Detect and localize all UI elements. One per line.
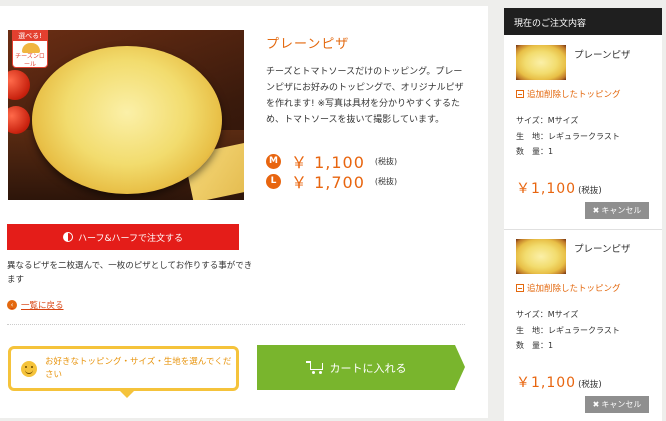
topping-link-label: 追加削除したトッピング	[527, 90, 621, 100]
order-item-crust: 生 地：レギュラークラスト	[516, 325, 620, 335]
order-item-thumbnail	[516, 45, 566, 80]
half-and-half-button[interactable]: ハーフ&ハーフで注文する	[7, 224, 239, 250]
add-to-cart-button[interactable]: カートに入れる	[257, 345, 465, 390]
topping-link-label: 追加削除したトッピング	[527, 284, 621, 294]
order-item-price: ￥1,100 (税抜)	[516, 372, 602, 392]
order-item-name: プレーンピザ	[574, 50, 631, 61]
half-button-label: ハーフ&ハーフで注文する	[78, 233, 183, 244]
half-note: 異なるピザを二枚選んで、一枚のピザとしてお作りする事ができます	[7, 261, 253, 285]
cancel-label: キャンセル	[601, 400, 642, 409]
crust-badge: 選べる! チーズンロール	[12, 30, 48, 68]
back-link-label: 一覧に戻る	[21, 301, 64, 311]
order-item-tax: (税抜)	[578, 380, 602, 390]
tax-label: (税抜)	[374, 176, 398, 186]
hint-text: お好きなトッピング・サイズ・生地を選んでください	[45, 356, 232, 380]
badge-top-text: 選べる!	[13, 31, 47, 41]
order-item-qty: 数 量：1	[516, 147, 554, 156]
minus-square-icon	[516, 284, 524, 292]
item-separator	[504, 229, 662, 230]
half-pizza-icon	[63, 232, 74, 242]
divider	[7, 324, 465, 325]
product-panel: 選べる! チーズンロール プレーンピザ チーズとトマトソースだけのトッピング。プ…	[0, 6, 488, 418]
hint-bubble: お好きなトッピング・サイズ・生地を選んでください	[8, 346, 239, 398]
cancel-button[interactable]: ✖ キャンセル	[585, 202, 649, 219]
cancel-button[interactable]: ✖ キャンセル	[585, 396, 649, 413]
price-value: ￥ 1,700	[291, 173, 365, 192]
minus-square-icon	[516, 90, 524, 98]
price-row-l: L ￥ 1,700 (税抜)	[266, 169, 397, 193]
product-title: プレーンピザ	[266, 37, 350, 52]
crust-icon	[22, 43, 40, 53]
topping-link[interactable]: 追加削除したトッピング	[516, 282, 621, 294]
badge-bottom-text: チーズンロール	[15, 53, 45, 68]
pizza-photo: 選べる! チーズンロール	[8, 30, 244, 200]
close-icon: ✖	[592, 206, 600, 215]
cart-button-label: カートに入れる	[329, 361, 407, 375]
sidebar-title: 現在のご注文内容	[504, 8, 662, 35]
smiley-icon	[21, 360, 37, 377]
cart-icon	[305, 361, 324, 374]
photo-tomato	[8, 70, 30, 100]
order-item-details: サイズ：Mサイズ 生 地：レギュラークラスト 数 量：1	[516, 307, 620, 354]
order-sidebar: 現在のご注文内容 プレーンピザ 追加削除したトッピング サイズ：Mサイズ 生 地…	[504, 8, 662, 421]
cancel-label: キャンセル	[601, 206, 642, 215]
order-item-size: サイズ：Mサイズ	[516, 310, 579, 319]
tax-label: (税抜)	[374, 156, 398, 166]
size-m-icon: M	[266, 153, 281, 169]
order-item-name: プレーンピザ	[574, 244, 631, 255]
order-item-qty: 数 量：1	[516, 341, 554, 350]
order-item-tax: (税抜)	[578, 186, 602, 196]
order-item-size: サイズ：Mサイズ	[516, 116, 579, 125]
order-item-price: ￥1,100 (税抜)	[516, 178, 602, 198]
order-item-price-value: ￥1,100	[516, 181, 577, 197]
order-item-price-value: ￥1,100	[516, 375, 577, 391]
chevron-left-icon: ‹	[7, 300, 17, 310]
topping-link[interactable]: 追加削除したトッピング	[516, 88, 621, 100]
close-icon: ✖	[592, 400, 600, 409]
photo-pizza	[32, 46, 222, 194]
order-item-details: サイズ：Mサイズ 生 地：レギュラークラスト 数 量：1	[516, 113, 620, 160]
order-item-crust: 生 地：レギュラークラスト	[516, 131, 620, 141]
back-to-list-link[interactable]: ‹ 一覧に戻る	[7, 299, 64, 311]
order-item-thumbnail	[516, 239, 566, 274]
size-l-icon: L	[266, 173, 281, 189]
product-description: チーズとトマトソースだけのトッピング。プレーンピザにお好みのトッピングで、オリジ…	[266, 67, 464, 125]
